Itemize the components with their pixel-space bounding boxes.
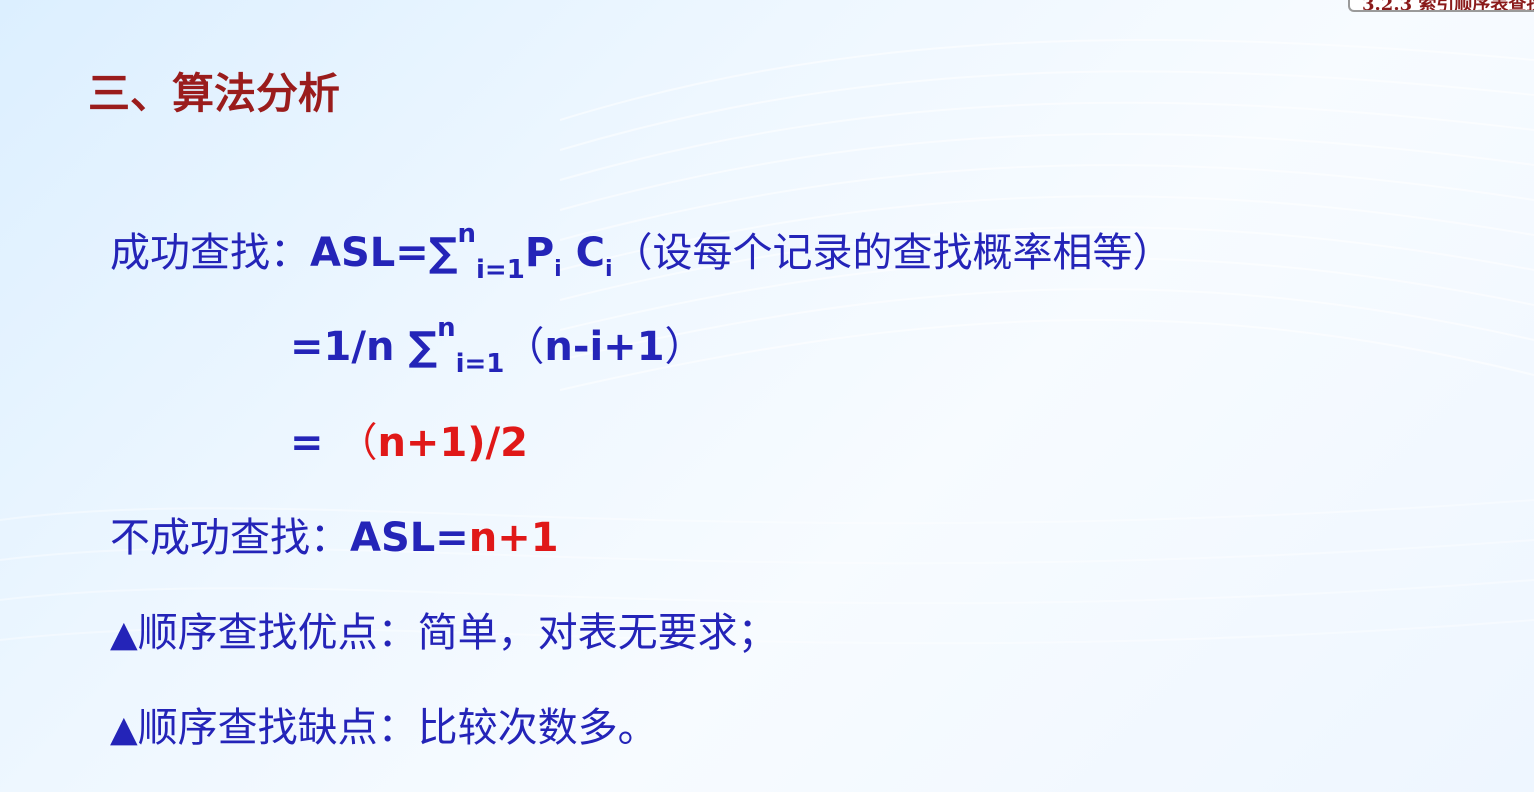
close-paren: ） bbox=[664, 324, 705, 370]
fail-line: 不成功查找：ASL=n+1 bbox=[110, 505, 559, 563]
fail-asl: ASL= bbox=[350, 515, 469, 561]
success-result: n+1)/2 bbox=[377, 420, 528, 466]
triangle-bullet-icon: ▲ bbox=[110, 614, 138, 655]
line-three-prefix: = bbox=[290, 420, 338, 466]
c-symbol: C bbox=[561, 230, 605, 276]
fail-label: 不成功查找： bbox=[110, 515, 350, 561]
pros-line: ▲顺序查找优点：简单，对表无要求； bbox=[110, 600, 778, 658]
success-label: 成功查找： bbox=[110, 230, 310, 276]
line-two-expression: n-i+1 bbox=[544, 324, 665, 370]
line-two-prefix: =1/n bbox=[290, 324, 409, 370]
sum-superscript: n bbox=[457, 219, 477, 249]
pros-text: 顺序查找优点：简单，对表无要求； bbox=[137, 610, 778, 656]
slide-title: 三、算法分析 bbox=[88, 69, 341, 118]
cons-line: ▲顺序查找缺点：比较次数多。 bbox=[110, 695, 658, 753]
sum-superscript-2: n bbox=[437, 313, 456, 343]
sum-symbol-2: ∑ bbox=[408, 324, 438, 370]
success-line: 成功查找：ASL=∑ni=1Pi Ci（设每个记录的查找概率相等） bbox=[110, 219, 1173, 285]
cons-text: 顺序查找缺点：比较次数多。 bbox=[137, 705, 658, 751]
fail-result: n+1 bbox=[468, 515, 559, 561]
sum-subscript: i=1 bbox=[476, 255, 525, 285]
success-asl: ASL= bbox=[310, 230, 429, 276]
p-subscript: i bbox=[554, 257, 562, 282]
corner-tab-label: 3.2.3 索引顺序表查找 bbox=[1362, 0, 1534, 12]
slide: 3.2.3 索引顺序表查找 三、算法分析 成功查找：ASL=∑ni=1Pi Ci… bbox=[0, 0, 1534, 792]
probability-note: （设每个记录的查找概率相等） bbox=[612, 230, 1173, 276]
triangle-bullet-icon: ▲ bbox=[110, 709, 138, 750]
sum-symbol: ∑ bbox=[428, 230, 458, 276]
c-subscript: i bbox=[604, 257, 613, 282]
p-symbol: P bbox=[524, 230, 555, 276]
result-open-paren: （ bbox=[337, 420, 378, 466]
open-paren: （ bbox=[504, 324, 545, 370]
sum-subscript-2: i=1 bbox=[455, 349, 505, 379]
corner-tab: 3.2.3 索引顺序表查找 bbox=[1348, 0, 1534, 12]
line-two: =1/n ∑n i=1（n-i+1） bbox=[290, 313, 705, 379]
line-three: = （n+1)/2 bbox=[290, 410, 528, 468]
